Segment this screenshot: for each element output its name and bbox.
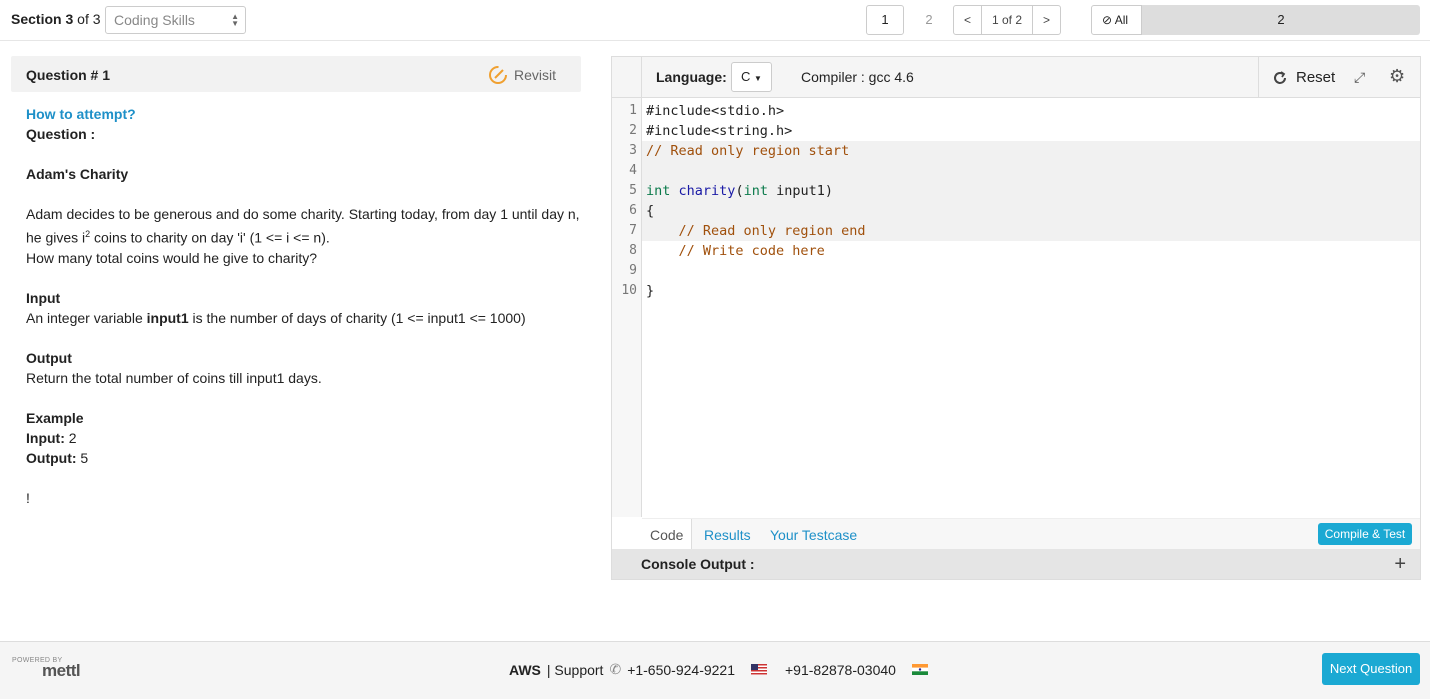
page-button-1[interactable]: 1 (866, 5, 904, 35)
pager-prev-button[interactable]: < (954, 6, 981, 34)
tab-results[interactable]: Results (704, 519, 751, 551)
output-description: Return the total number of coins till in… (26, 369, 322, 386)
code-text: int charity(int input1) (646, 183, 833, 199)
support-info: AWS | Support ✆ +1-650-924-9221 +91-8287… (509, 661, 928, 678)
code-line[interactable]: 5 int charity(int input1) (629, 181, 1420, 201)
page-button-2[interactable]: 2 (910, 5, 948, 35)
line-number: 5 (629, 183, 637, 198)
line-number: 9 (629, 263, 637, 278)
compiler-info: Compiler : gcc 4.6 (801, 69, 914, 85)
line-number: 10 (621, 283, 637, 298)
trailing-text: ! (26, 489, 30, 506)
tab-your-testcase[interactable]: Your Testcase (770, 519, 857, 551)
section-select[interactable]: Coding Skills ▲ ▼ (105, 6, 246, 34)
problem-title: Adam's Charity (26, 166, 129, 182)
select-arrows-icon: ▲ ▼ (231, 12, 239, 28)
question-label: Question : (26, 126, 96, 142)
question-title: Question # 1 (26, 67, 111, 83)
pager: < 1 of 2 > (953, 5, 1061, 35)
compile-test-button[interactable]: Compile & Test (1318, 523, 1412, 545)
tab-code[interactable]: Code (642, 519, 693, 551)
check-circle-icon: ⊘ (1102, 13, 1113, 27)
code-line[interactable]: 1 #include<stdio.h> (629, 101, 1420, 121)
how-to-attempt-link[interactable]: How to attempt? (26, 104, 581, 124)
code-line[interactable]: 9 (629, 261, 1420, 281)
code-text: } (646, 283, 655, 299)
line-number: 7 (629, 223, 637, 238)
console-output-label: Console Output : (641, 556, 755, 572)
line-number: 1 (629, 103, 637, 118)
editor-tabs: Code Results Your Testcase Compile & Tes… (642, 518, 1420, 551)
question-header: Question # 1 Revisit (11, 56, 581, 92)
example-heading: Example (26, 409, 84, 426)
question-progress[interactable]: 2 (1142, 5, 1420, 35)
section-prefix: Section (11, 11, 62, 27)
code-editor[interactable]: 1 #include<stdio.h> 2 #include<string.h> 3 //… (621, 101, 1420, 515)
line-number: 4 (629, 163, 637, 178)
caret-down-icon: ▼ (754, 74, 762, 83)
gear-icon[interactable]: ⚙ (1389, 66, 1405, 87)
question-body: How to attempt? Question : Adam's Charit… (26, 104, 581, 508)
pager-next-button[interactable]: > (1033, 6, 1060, 34)
input-description: An integer variable input1 is the number… (26, 309, 526, 326)
section-indicator: Section 3 of 3 (11, 11, 101, 27)
next-question-button[interactable]: Next Question (1322, 653, 1420, 685)
output-heading: Output (26, 349, 72, 366)
reset-button[interactable]: Reset (1272, 69, 1335, 86)
example-output: Output: 5 (26, 449, 89, 466)
editor-toolbar: Language: C ▼ Compiler : gcc 4.6 Reset ⤢… (612, 57, 1420, 98)
input-heading: Input (26, 289, 61, 306)
support-label: | Support (546, 661, 604, 678)
line-number: 2 (629, 123, 637, 138)
problem-description: Adam decides to be generous and do some … (26, 206, 580, 246)
code-text: { (646, 203, 655, 219)
plus-icon[interactable]: + (1394, 553, 1406, 576)
section-current: 3 (65, 11, 74, 27)
code-line[interactable]: 4 (629, 161, 1420, 181)
problem-question: How many total coins would he give to ch… (26, 249, 318, 266)
refresh-icon (1274, 70, 1286, 84)
phone-us: +1-650-924-9221 (627, 661, 735, 678)
phone-in: +91-82878-03040 (785, 661, 896, 678)
code-line[interactable]: 10} (621, 281, 1420, 301)
code-text: // Read only region end (678, 223, 866, 239)
line-number: 3 (629, 143, 637, 158)
code-text: // Write code here (678, 243, 825, 259)
code-line[interactable]: 2 #include<string.h> (629, 121, 1420, 141)
mettl-logo: mettl (42, 661, 81, 680)
india-flag-icon (911, 664, 928, 675)
language-select[interactable]: C ▼ (731, 62, 772, 92)
code-line[interactable]: 8 // Write code here (629, 241, 1420, 261)
code-text: #include<stdio.h> (646, 103, 785, 119)
aws-label: AWS (509, 661, 541, 678)
language-label: Language: (656, 69, 727, 85)
footer: POWERED BY mettl AWS | Support ✆ +1-650-… (0, 641, 1430, 699)
code-line[interactable]: 6{ (629, 201, 1420, 221)
pager-label: 1 of 2 (981, 6, 1033, 34)
example-input: Input: 2 (26, 429, 77, 446)
code-text: // Read only region start (646, 143, 850, 159)
revisit-icon (488, 66, 507, 84)
us-flag-icon (751, 664, 767, 675)
code-line[interactable]: 7 // Read only region end (629, 221, 1420, 241)
console-output-bar[interactable]: Console Output : + (612, 549, 1420, 579)
code-text: #include<string.h> (646, 123, 793, 139)
top-bar: Section 3 of 3 Coding Skills ▲ ▼ 1 2 < 1 … (0, 0, 1430, 41)
code-editor-panel: Language: C ▼ Compiler : gcc 4.6 Reset ⤢… (611, 56, 1421, 580)
line-number: 8 (629, 243, 637, 258)
section-select-value: Coding Skills (114, 12, 195, 28)
revisit-button[interactable]: Revisit (488, 65, 556, 85)
filter-all-button[interactable]: ⊘ All (1091, 5, 1142, 35)
section-total: of 3 (77, 11, 101, 27)
revisit-label: Revisit (513, 67, 556, 83)
expand-icon[interactable]: ⤢ (1354, 69, 1365, 86)
filter-all-label: All (1114, 13, 1129, 27)
code-line[interactable]: 3 // Read only region start (629, 141, 1420, 161)
phone-icon: ✆ (609, 661, 622, 677)
line-number: 6 (629, 203, 637, 218)
